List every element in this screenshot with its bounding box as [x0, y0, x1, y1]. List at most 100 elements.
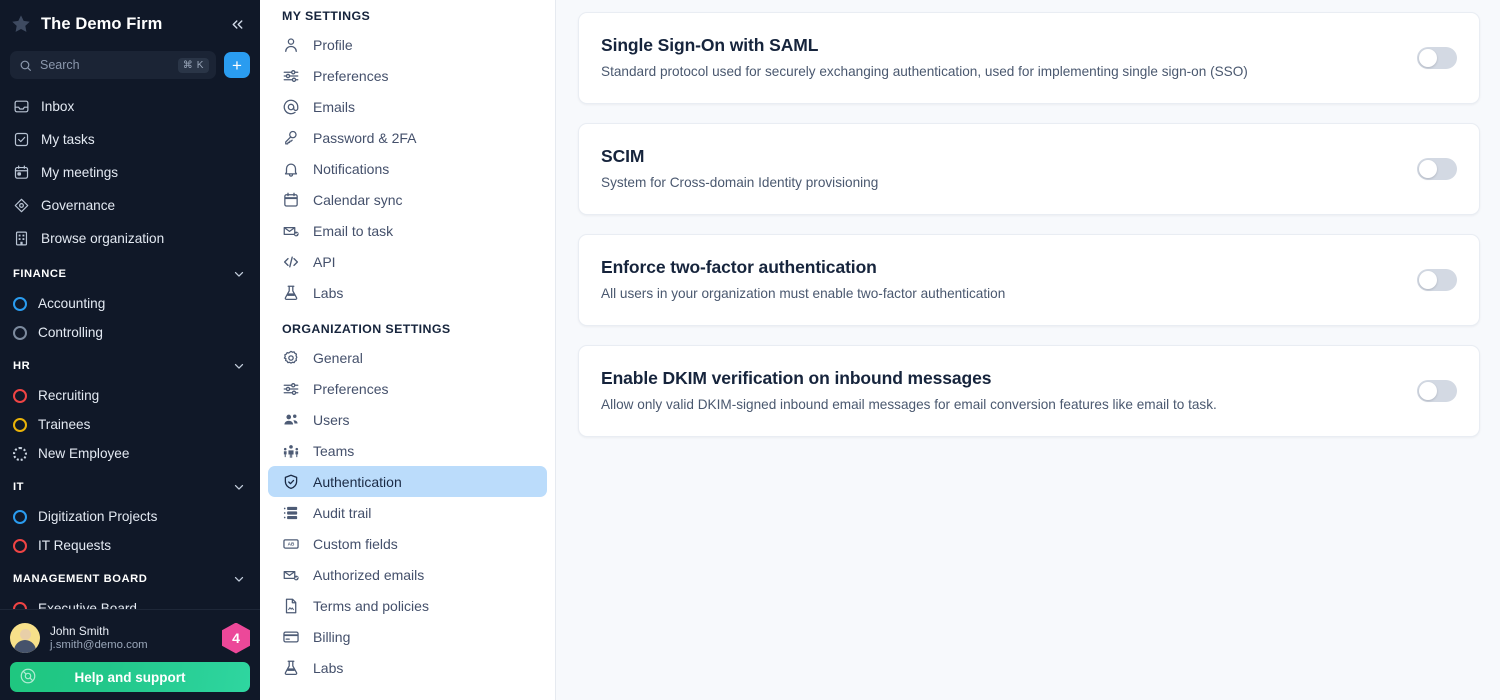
- sidebar-item-digitization-projects[interactable]: Digitization Projects: [0, 502, 260, 531]
- sidebar-section-management-board[interactable]: MANAGEMENT BOARD: [0, 564, 260, 594]
- card-description: System for Cross-domain Identity provisi…: [601, 174, 879, 190]
- settings-item-calendar-sync[interactable]: Calendar sync: [268, 184, 547, 215]
- settings-item-terms-and-policies[interactable]: Terms and policies: [268, 590, 547, 621]
- settings-item-preferences[interactable]: Preferences: [268, 60, 547, 91]
- settings-item-label: Notifications: [313, 160, 390, 177]
- section-label: HR: [13, 360, 31, 372]
- toggle-scim[interactable]: [1417, 158, 1457, 180]
- settings-item-audit-trail[interactable]: Audit trail: [268, 497, 547, 528]
- teams-icon: [282, 442, 300, 460]
- users-icon: [282, 411, 300, 429]
- sidebar-section-finance[interactable]: FINANCE: [0, 259, 260, 289]
- search-input[interactable]: Search ⌘ K: [10, 51, 216, 79]
- user-email: j.smith@demo.com: [50, 639, 148, 652]
- search-placeholder: Search: [40, 58, 80, 72]
- settings-item-teams[interactable]: Teams: [268, 435, 547, 466]
- bell-icon: [282, 160, 300, 178]
- sidebar-section-it[interactable]: IT: [0, 472, 260, 502]
- settings-item-labs[interactable]: Labs: [268, 277, 547, 308]
- chevron-down-icon: [232, 480, 246, 494]
- add-button[interactable]: +: [224, 52, 250, 78]
- toggle-dkim[interactable]: [1417, 380, 1457, 402]
- setting-card-sso-saml: Single Sign-On with SAML Standard protoc…: [578, 12, 1480, 104]
- at-sign-icon: [282, 98, 300, 116]
- settings-item-general[interactable]: General: [268, 342, 547, 373]
- sidebar-item-recruiting[interactable]: Recruiting: [0, 381, 260, 410]
- list-icon: [282, 504, 300, 522]
- settings-item-authorized-emails[interactable]: Authorized emails: [268, 559, 547, 590]
- card-description: All users in your organization must enab…: [601, 285, 1006, 301]
- settings-item-users[interactable]: Users: [268, 404, 547, 435]
- sidebar-item-controlling[interactable]: Controlling: [0, 318, 260, 347]
- setting-card-enforce-2fa: Enforce two-factor authentication All us…: [578, 234, 1480, 326]
- settings-item-label: Email to task: [313, 222, 394, 239]
- settings-item-label: Terms and policies: [313, 597, 429, 614]
- settings-item-email-to-task[interactable]: Email to task: [268, 215, 547, 246]
- sidebar-item-label: Accounting: [38, 296, 106, 311]
- text-field-icon: AB: [282, 535, 300, 553]
- person-icon: [282, 36, 300, 54]
- chevron-down-icon: [232, 267, 246, 281]
- status-dot-icon: [13, 388, 27, 403]
- settings-item-notifications[interactable]: Notifications: [268, 153, 547, 184]
- settings-item-label: General: [313, 349, 363, 366]
- card-title: Enable DKIM verification on inbound mess…: [601, 367, 992, 388]
- sidebar-item-trainees[interactable]: Trainees: [0, 410, 260, 439]
- settings-item-emails[interactable]: Emails: [268, 91, 547, 122]
- help-and-support-button[interactable]: Help and support: [10, 662, 250, 692]
- sidebar-item-browse-organization[interactable]: Browse organization: [0, 222, 260, 255]
- sidebar-item-executive-board[interactable]: Executive Board: [0, 594, 260, 609]
- sidebar-item-label: Browse organization: [41, 231, 165, 246]
- sidebar-item-governance[interactable]: Governance: [0, 189, 260, 222]
- sidebar-item-my-tasks[interactable]: My tasks: [0, 123, 260, 156]
- sidebar-header: The Demo Firm: [0, 0, 260, 48]
- sidebar-item-label: New Employee: [38, 446, 130, 461]
- mail-check-icon: [282, 222, 300, 240]
- sidebar-item-my-meetings[interactable]: My meetings: [0, 156, 260, 189]
- sidebar-item-it-requests[interactable]: IT Requests: [0, 531, 260, 560]
- settings-item-authentication[interactable]: Authentication: [268, 466, 547, 497]
- settings-item-custom-fields[interactable]: AB Custom fields: [268, 528, 547, 559]
- sidebar-item-label: My meetings: [41, 165, 119, 180]
- settings-item-billing[interactable]: Billing: [268, 621, 547, 652]
- sidebar-item-label: Governance: [41, 198, 116, 213]
- sidebar-item-accounting[interactable]: Accounting: [0, 289, 260, 318]
- card-text: Enable DKIM verification on inbound mess…: [601, 368, 1391, 414]
- status-dot-icon: [13, 601, 27, 609]
- user-meta: John Smith j.smith@demo.com: [50, 624, 212, 653]
- toggle-knob: [1419, 160, 1437, 178]
- sidebar-item-label: Controlling: [38, 325, 103, 340]
- status-dot-icon: [13, 417, 27, 432]
- double-chevron-left-icon[interactable]: [226, 13, 248, 35]
- card-text: SCIM System for Cross-domain Identity pr…: [601, 146, 1391, 192]
- sidebar-item-label: My tasks: [41, 132, 95, 147]
- settings-item-password-2fa[interactable]: Password & 2FA: [268, 122, 547, 153]
- status-dot-icon: [13, 446, 27, 461]
- settings-nav-column: MY SETTINGS Profile Preferences Emails P…: [260, 0, 556, 700]
- card-title: SCIM: [601, 145, 645, 166]
- settings-item-org-preferences[interactable]: Preferences: [268, 373, 547, 404]
- settings-item-org-labs[interactable]: Labs: [268, 652, 547, 683]
- setting-card-dkim: Enable DKIM verification on inbound mess…: [578, 345, 1480, 437]
- status-dot-icon: [13, 509, 27, 524]
- sidebar-item-label: Inbox: [41, 99, 75, 114]
- settings-item-profile[interactable]: Profile: [268, 29, 547, 60]
- chevron-down-icon: [232, 572, 246, 586]
- notification-badge[interactable]: 4: [222, 622, 250, 654]
- toggle-enforce-2fa[interactable]: [1417, 269, 1457, 291]
- status-dot-icon: [13, 325, 27, 340]
- sidebar-footer: John Smith j.smith@demo.com 4 Help and s…: [0, 609, 260, 700]
- user-profile-row[interactable]: John Smith j.smith@demo.com 4: [10, 618, 250, 658]
- key-icon: [282, 129, 300, 147]
- toggle-knob: [1419, 271, 1437, 289]
- sidebar-section-hr[interactable]: HR: [0, 351, 260, 381]
- calendar-icon: [13, 164, 30, 181]
- settings-item-api[interactable]: API: [268, 246, 547, 277]
- checkbox-icon: [13, 131, 30, 148]
- settings-item-label: Teams: [313, 442, 355, 459]
- my-settings-heading: MY SETTINGS: [282, 9, 371, 23]
- sidebar-item-new-employee[interactable]: New Employee: [0, 439, 260, 468]
- card-title: Single Sign-On with SAML: [601, 34, 819, 55]
- toggle-sso-saml[interactable]: [1417, 47, 1457, 69]
- sidebar-item-inbox[interactable]: Inbox: [0, 90, 260, 123]
